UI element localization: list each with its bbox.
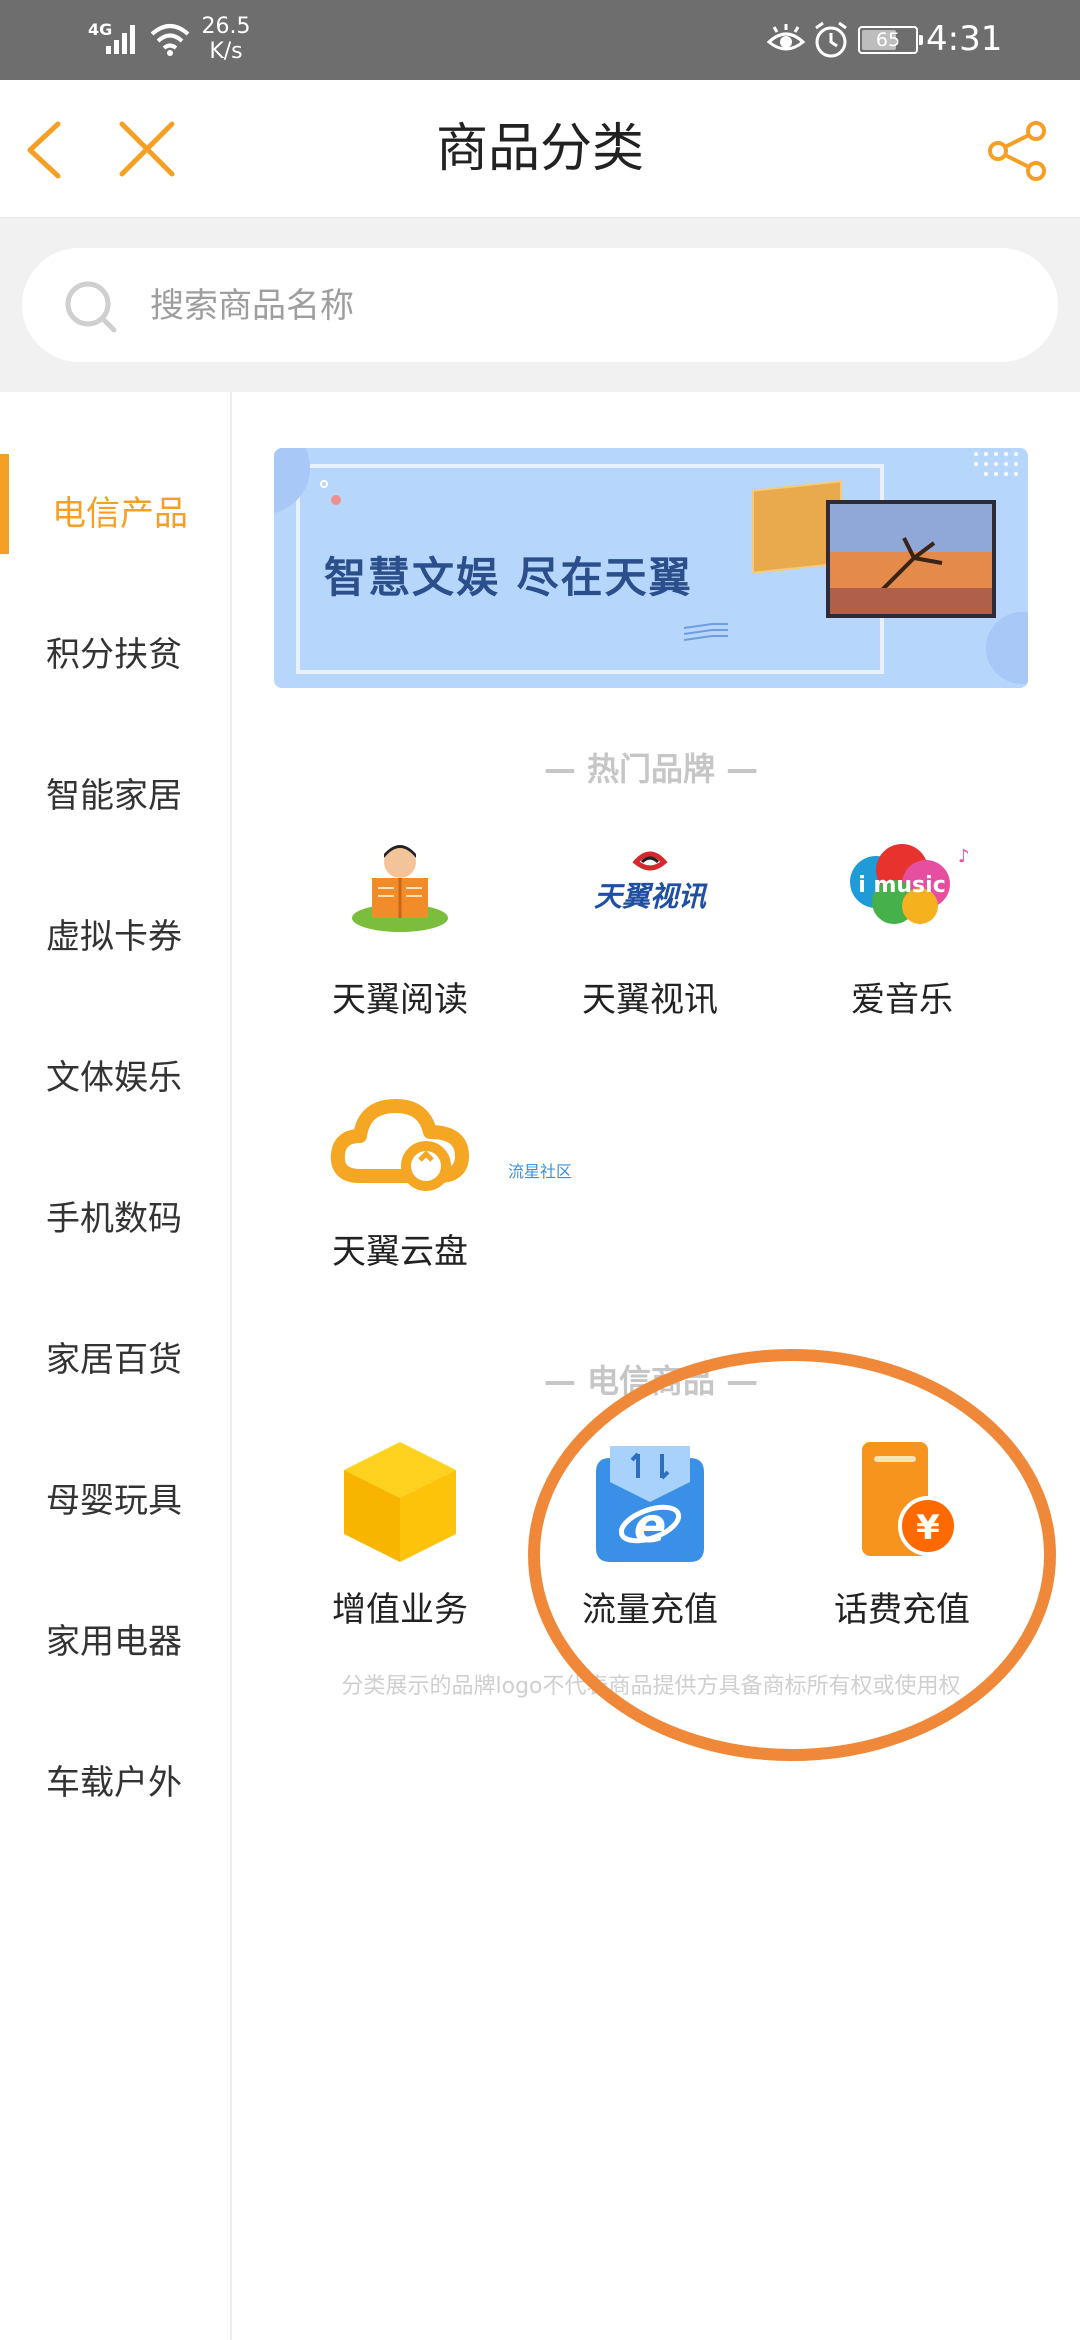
sidebar-item-label: 虚拟卡券 bbox=[46, 917, 182, 957]
hot-brands-title: — 热门品牌 — bbox=[543, 750, 759, 788]
battery-icon: 65 bbox=[858, 26, 923, 54]
product-value-added-service[interactable]: 增值业务 bbox=[290, 1442, 510, 1662]
sidebar-item-home-appliances[interactable]: 家用电器 bbox=[0, 1572, 230, 1713]
phone-topup-icon: ¥ bbox=[862, 1442, 958, 1556]
sidebar-item-car-outdoor[interactable]: 车载户外 bbox=[0, 1713, 230, 1854]
category-sidebar: 电信产品 积分扶贫 智能家居 虚拟卡券 文体娱乐 手机数码 家居百货 母婴玩具 … bbox=[0, 392, 232, 2340]
network-speed: 26.5 K/s bbox=[196, 14, 256, 64]
sidebar-item-label: 手机数码 bbox=[46, 1199, 182, 1239]
sidebar-item-label: 母婴玩具 bbox=[46, 1481, 182, 1521]
alarm-icon bbox=[815, 21, 847, 58]
app-header: 商品分类 bbox=[0, 80, 1080, 218]
telecom-e-logo: e bbox=[634, 1498, 667, 1554]
brand-label: 爱音乐 bbox=[851, 980, 953, 1020]
sidebar-item-label: 车载户外 bbox=[46, 1763, 182, 1803]
brand-label: 天翼视讯 bbox=[582, 980, 718, 1020]
telecom-products-title: — 电信商品 — bbox=[543, 1362, 759, 1400]
search-input[interactable] bbox=[150, 276, 1010, 336]
cloud-icon bbox=[330, 1099, 469, 1191]
brand-tianyi-reading[interactable]: 天翼阅读 bbox=[290, 832, 510, 1052]
music-logo-text: i music bbox=[858, 873, 945, 898]
sidebar-item-baby-toys[interactable]: 母婴玩具 bbox=[0, 1431, 230, 1572]
brand-i-music[interactable]: i music ♪ 爱音乐 bbox=[792, 832, 1012, 1052]
sidebar-item-label: 电信产品 bbox=[52, 494, 188, 534]
music-logo-icon: i music ♪ bbox=[850, 844, 970, 924]
sidebar-item-label: 积分扶贫 bbox=[46, 635, 182, 675]
sidebar-item-home-goods[interactable]: 家居百货 bbox=[0, 1290, 230, 1431]
data-topup-icon: e bbox=[596, 1446, 704, 1562]
product-data-topup[interactable]: e 流量充值 bbox=[540, 1442, 760, 1662]
sidebar-item-points-poverty-aid[interactable]: 积分扶贫 bbox=[0, 585, 230, 726]
music-note-icon: ♪ bbox=[958, 846, 970, 867]
page-title: 商品分类 bbox=[435, 119, 644, 179]
reading-icon bbox=[352, 845, 448, 932]
eye-comfort-icon bbox=[766, 24, 806, 51]
product-label: 增值业务 bbox=[332, 1590, 468, 1630]
promo-banner[interactable]: 智慧文娱 尽在天翼 bbox=[274, 448, 1028, 688]
status-bar: 4G 26.5 K/s 65 4:31 bbox=[0, 0, 1080, 80]
sidebar-item-label: 智能家居 bbox=[46, 776, 182, 816]
speed-value: 26.5 bbox=[201, 14, 251, 39]
brand-label: 天翼阅读 bbox=[332, 980, 468, 1020]
speed-unit: K/s bbox=[209, 39, 243, 64]
search-bar[interactable] bbox=[22, 248, 1058, 362]
banner-slogan: 智慧文娱 尽在天翼 bbox=[324, 553, 693, 602]
brand-tianyi-cloud[interactable]: 天翼云盘 bbox=[290, 1084, 510, 1304]
video-logo-icon: 天翼视讯 bbox=[594, 851, 708, 913]
wifi-icon bbox=[150, 24, 190, 56]
signal-icon bbox=[106, 25, 135, 54]
sidebar-item-label: 家用电器 bbox=[46, 1622, 182, 1662]
product-phone-bill-topup[interactable]: ¥ 话费充值 bbox=[792, 1442, 1012, 1662]
sidebar-item-smart-home[interactable]: 智能家居 bbox=[0, 726, 230, 867]
battery-level: 65 bbox=[875, 29, 901, 51]
share-icon[interactable] bbox=[986, 120, 1050, 182]
clock: 4:31 bbox=[926, 19, 1003, 59]
brand-label: 天翼云盘 bbox=[332, 1232, 468, 1272]
sidebar-item-phones-digital[interactable]: 手机数码 bbox=[0, 1149, 230, 1290]
sidebar-item-sports-entertainment[interactable]: 文体娱乐 bbox=[0, 1008, 230, 1149]
product-label: 流量充值 bbox=[582, 1590, 718, 1630]
yuan-icon: ¥ bbox=[916, 1508, 940, 1548]
search-icon bbox=[65, 281, 117, 333]
active-indicator bbox=[0, 454, 9, 554]
sidebar-item-telecom-products[interactable]: 电信产品 bbox=[0, 444, 230, 585]
video-logo-text: 天翼视讯 bbox=[594, 880, 708, 913]
search-area bbox=[0, 218, 1080, 392]
brand-tianyi-video[interactable]: 天翼视讯 天翼视讯 bbox=[540, 832, 760, 1052]
community-link[interactable]: 流星社区 bbox=[508, 1158, 572, 1182]
product-label: 话费充值 bbox=[834, 1590, 970, 1630]
sidebar-item-label: 文体娱乐 bbox=[46, 1058, 182, 1098]
battery-nub bbox=[919, 35, 923, 45]
cube-icon bbox=[344, 1442, 456, 1562]
sidebar-item-virtual-vouchers[interactable]: 虚拟卡券 bbox=[0, 867, 230, 1008]
sidebar-item-label: 家居百货 bbox=[46, 1340, 182, 1380]
brand-disclaimer: 分类展示的品牌logo不代表商品提供方具备商标所有权或使用权 bbox=[341, 1674, 961, 1699]
